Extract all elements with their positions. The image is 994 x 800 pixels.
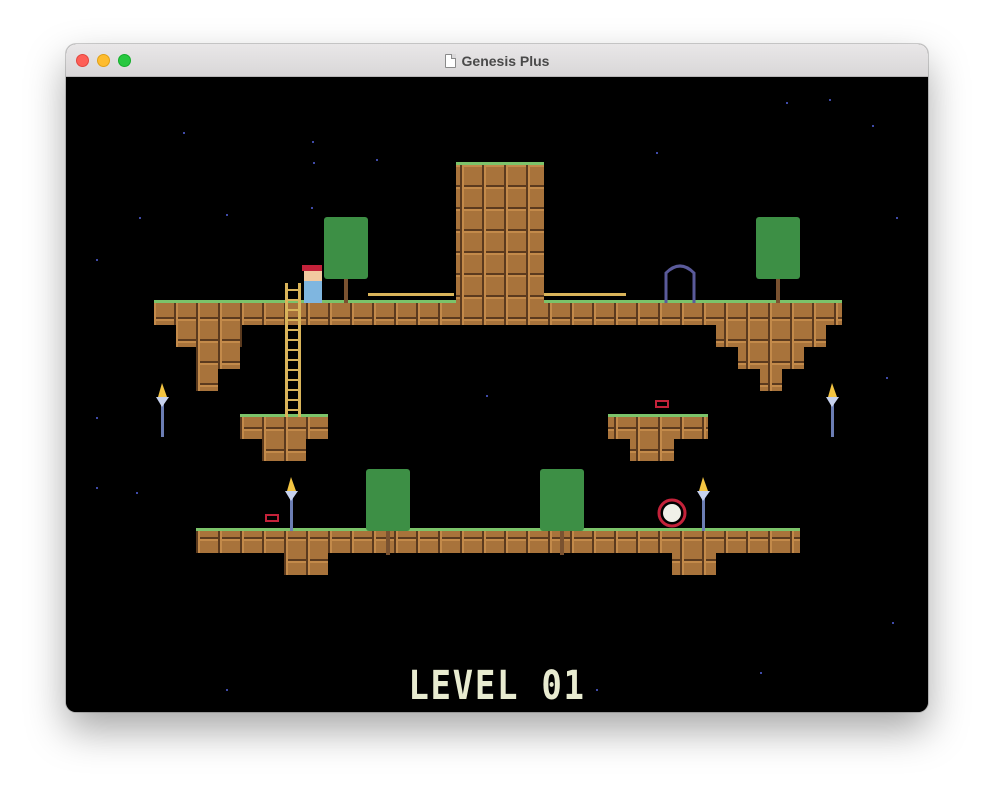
star	[313, 162, 315, 164]
ladder-rung	[285, 369, 301, 371]
star	[96, 259, 98, 261]
fence	[368, 293, 454, 296]
grass-strip	[456, 162, 544, 165]
red-key	[655, 400, 669, 408]
dirt-block	[196, 369, 218, 391]
torch-flame	[828, 383, 837, 397]
central-tower	[456, 165, 544, 303]
ladder-rung	[285, 329, 301, 331]
grass-strip	[196, 528, 800, 531]
star	[312, 141, 314, 143]
dirt-block	[262, 439, 306, 461]
red-key	[265, 514, 279, 522]
ladder-rung	[285, 289, 301, 291]
ladder-rung	[285, 319, 301, 321]
star	[872, 125, 874, 127]
star	[139, 217, 141, 219]
star	[486, 395, 488, 397]
tree	[756, 217, 800, 279]
torch-flame	[158, 383, 167, 397]
fence	[544, 293, 626, 296]
ladder-rung	[285, 299, 301, 301]
skull-enemy	[663, 504, 681, 522]
player-hat	[302, 265, 322, 271]
dirt-block	[672, 553, 716, 575]
star	[136, 492, 138, 494]
star	[656, 152, 658, 154]
star	[226, 214, 228, 216]
star	[96, 417, 98, 419]
torch-bowl	[285, 491, 298, 501]
dirt-block	[738, 347, 804, 369]
torch-bowl	[697, 491, 710, 501]
torch-bowl	[156, 397, 169, 407]
star	[96, 487, 98, 489]
dirt-block	[716, 325, 826, 347]
ladder-rung	[285, 389, 301, 391]
torch-flame	[699, 477, 708, 491]
window-title: Genesis Plus	[461, 52, 550, 69]
dirt-block	[196, 347, 240, 369]
star	[376, 159, 378, 161]
ladder-rung	[285, 399, 301, 401]
dirt-block	[176, 325, 242, 347]
dirt-block	[284, 553, 328, 575]
ladder-rung	[285, 359, 301, 361]
tree-trunk	[560, 531, 564, 555]
star	[786, 102, 788, 104]
mid-right-ledge	[608, 417, 708, 439]
tree-trunk	[776, 279, 780, 303]
upper-platform	[154, 303, 842, 325]
ladder-rung	[285, 339, 301, 341]
ladder-rung	[285, 379, 301, 381]
game-screen[interactable]: LEVEL 01	[66, 77, 928, 712]
star	[311, 207, 313, 209]
game-scene	[96, 99, 898, 691]
dirt-block	[760, 369, 782, 391]
terrain	[154, 162, 842, 575]
star	[892, 622, 894, 624]
tree-trunk	[344, 279, 348, 303]
portal-arch	[664, 264, 696, 303]
ladder-rung	[285, 349, 301, 351]
star	[896, 217, 898, 219]
mid-left-ledge	[240, 417, 328, 439]
app-window: Genesis Plus LEVEL 01	[66, 44, 928, 712]
tree-trunk	[386, 531, 390, 555]
ladder-rung	[285, 409, 301, 411]
title-bar[interactable]: Genesis Plus	[66, 44, 928, 77]
lower-platform	[196, 531, 800, 553]
star	[183, 132, 185, 134]
grass-strip	[608, 414, 708, 417]
star	[829, 99, 831, 101]
torch-bowl	[826, 397, 839, 407]
star	[886, 377, 888, 379]
document-icon	[444, 53, 456, 68]
level-label: LEVEL 01	[408, 663, 586, 709]
torch-flame	[287, 477, 296, 491]
dirt-block	[630, 439, 674, 461]
tree	[366, 469, 410, 531]
tree	[324, 217, 368, 279]
grass-strip	[240, 414, 328, 417]
ladder-rung	[285, 309, 301, 311]
window-title-group: Genesis Plus	[66, 44, 928, 77]
tree	[540, 469, 584, 531]
